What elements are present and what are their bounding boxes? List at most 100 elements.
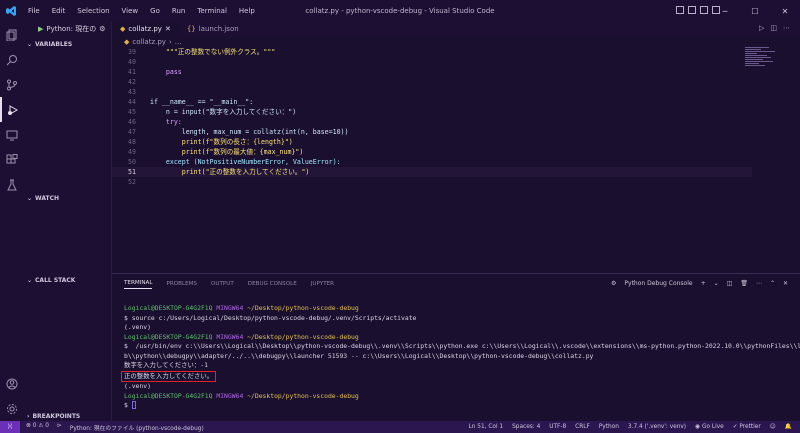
menu-bar: File Edit Selection View Go Run Terminal…	[22, 7, 261, 15]
tab-output[interactable]: OUTPUT	[211, 281, 234, 287]
breadcrumb-file[interactable]: collatz.py	[132, 38, 166, 46]
terminal-cursor	[131, 401, 136, 409]
status-right: Ln 51, Col 1 Spaces: 4 UTF-8 CRLF Python…	[469, 424, 792, 430]
variables-section-header[interactable]: ⌄ VARIABLES	[24, 38, 112, 50]
code-line: 48 print(f"数列の長さ：{length}")	[128, 138, 293, 146]
menu-help[interactable]: Help	[233, 7, 261, 15]
breadcrumb-symbol[interactable]: ...	[175, 38, 182, 46]
start-debugging-icon[interactable]: ▶	[38, 25, 43, 33]
menu-file[interactable]: File	[22, 7, 46, 15]
notifications-bell-icon[interactable]: 🔔	[785, 424, 792, 430]
chevron-right-icon: ›	[27, 412, 30, 420]
tab-terminal[interactable]: TERMINAL	[124, 280, 153, 289]
run-debug-icon[interactable]	[0, 97, 24, 122]
close-panel-icon[interactable]: ✕	[783, 280, 788, 287]
debug-config-bar: ▶ Python: 現在の ⚙	[24, 22, 111, 36]
indentation[interactable]: Spaces: 4	[512, 424, 540, 430]
terminal-line: (.venv)	[124, 382, 151, 390]
remote-explorer-icon[interactable]	[0, 122, 24, 147]
terminal-selector[interactable]: Python Debug Console	[624, 280, 692, 287]
debug-run-config[interactable]: Python: 現在のファイル (python-vscode-debug)	[70, 423, 204, 432]
code-line-current: 51 print("正の整数を入力してください。")	[112, 167, 752, 177]
code-line: 39 """正の整数でない例外クラス。"""	[128, 48, 276, 56]
terminal-line: $ source c:/Users/Logical/Desktop/python…	[124, 313, 417, 322]
split-editor-icon[interactable]: ◫	[770, 24, 777, 32]
breadcrumb: ◆ collatz.py › ...	[112, 36, 800, 47]
chevron-down-icon: ⌄	[27, 194, 33, 202]
cursor-position[interactable]: Ln 51, Col 1	[469, 424, 504, 430]
debug-config-select[interactable]: Python: 現在の	[46, 24, 96, 34]
menu-go[interactable]: Go	[144, 7, 166, 15]
code-line: 45 n = input("数字を入力してください：")	[128, 108, 297, 116]
tab-launch-json[interactable]: {} launch.json	[179, 22, 247, 36]
tab-jupyter[interactable]: JUPYTER	[311, 281, 334, 287]
python-interpreter[interactable]: 3.7.4 ('.venv': venv)	[628, 424, 686, 430]
terminal-prompt: Logical@DESKTOP-G4G2F1Q MINGW64 ~/Deskto…	[124, 332, 359, 341]
go-live-button[interactable]: ◉ Go Live	[695, 424, 724, 430]
terminal-output[interactable]: Logical@DESKTOP-G4G2F1Q MINGW64 ~/Deskto…	[121, 304, 800, 411]
run-python-file-icon[interactable]: ▷	[759, 24, 764, 32]
code-line: 50 except (NotPositiveNumberError, Value…	[128, 158, 341, 166]
problems-indicator[interactable]: ⊗ 0 ⚠ 0	[26, 423, 49, 432]
menu-view[interactable]: View	[116, 7, 145, 15]
terminal-debug-icon: ⚙	[611, 280, 617, 287]
watch-section-header[interactable]: ⌄ WATCH	[24, 192, 112, 204]
activity-bar-bottom	[0, 371, 24, 421]
window-controls: ─ ☐ ✕	[710, 0, 800, 22]
minimize-icon[interactable]: ─	[710, 0, 740, 22]
highlight-box: 正の整数を入力してください。	[121, 370, 217, 382]
terminal-prompt: Logical@DESKTOP-G4G2F1Q MINGW64 ~/Deskto…	[124, 391, 359, 400]
code-line: 52	[128, 178, 136, 186]
terminal-line: b\\python\\debugpy\\adapter/../..\\debug…	[124, 351, 594, 360]
chevron-down-icon[interactable]: ⌄	[714, 280, 719, 287]
python-file-icon: ◆	[120, 25, 126, 33]
search-icon[interactable]	[0, 47, 24, 72]
code-line: 40	[128, 58, 136, 66]
source-control-icon[interactable]	[0, 72, 24, 97]
code-line: 41 pass	[128, 68, 182, 76]
close-tab-icon[interactable]: ✕	[165, 25, 171, 33]
code-line: 47 length, max_num = collatz(int(n, base…	[128, 128, 349, 136]
bottom-panel: TERMINAL PROBLEMS OUTPUT DEBUG CONSOLE J…	[112, 273, 800, 421]
kill-terminal-icon[interactable]: 🗑	[740, 280, 748, 287]
code-line: 42	[128, 78, 136, 86]
menu-terminal[interactable]: Terminal	[191, 7, 233, 15]
debug-status-icon[interactable]: ⊳	[57, 423, 62, 432]
toggle-panel-icon[interactable]	[688, 6, 696, 14]
toggle-sidebar-icon[interactable]	[676, 6, 684, 14]
explorer-icon[interactable]	[0, 22, 24, 47]
feedback-icon[interactable]: ☺	[770, 424, 776, 430]
language-mode[interactable]: Python	[599, 424, 619, 430]
split-terminal-icon[interactable]: ◫	[727, 280, 733, 287]
tab-problems[interactable]: PROBLEMS	[166, 281, 197, 287]
menu-run[interactable]: Run	[166, 7, 191, 15]
menu-edit[interactable]: Edit	[46, 7, 72, 15]
debug-settings-gear-icon[interactable]: ⚙	[99, 25, 105, 33]
code-editor[interactable]: 39 """正の整数でない例外クラス。""" 40 41 pass 42 43 …	[112, 47, 800, 273]
call-stack-section-header[interactable]: ⌄ CALL STACK	[24, 274, 112, 286]
extensions-icon[interactable]	[0, 147, 24, 172]
remote-indicator-icon[interactable]: ⟩⟨	[0, 421, 20, 433]
manage-gear-icon[interactable]	[0, 396, 24, 421]
tab-collatz-py[interactable]: ◆ collatz.py ✕	[112, 22, 179, 36]
more-actions-icon[interactable]: ⋯	[783, 24, 790, 32]
maximize-panel-icon[interactable]: ⌃	[770, 280, 775, 287]
terminal-line: $ /usr/bin/env c:\\Users\\Logical\\Deskt…	[124, 342, 800, 350]
breadcrumb-separator-icon: ›	[168, 37, 172, 46]
line-ending[interactable]: CRLF	[575, 424, 590, 430]
accounts-icon[interactable]	[0, 371, 24, 396]
prettier-button[interactable]: ✓ Prettier	[733, 424, 761, 430]
tab-debug-console[interactable]: DEBUG CONSOLE	[248, 281, 297, 287]
minimap[interactable]	[745, 47, 785, 87]
more-actions-icon[interactable]: ⋯	[756, 280, 762, 287]
encoding[interactable]: UTF-8	[549, 424, 566, 430]
new-terminal-icon[interactable]: +	[701, 280, 706, 287]
code-line: 46 try:	[128, 118, 182, 126]
close-icon[interactable]: ✕	[770, 0, 800, 22]
code-line: 49 print(f"数列の最大値：{max_num}")	[128, 148, 304, 156]
testing-icon[interactable]	[0, 172, 24, 197]
python-file-icon: ◆	[124, 37, 130, 46]
maximize-icon[interactable]: ☐	[740, 0, 770, 22]
menu-selection[interactable]: Selection	[71, 7, 115, 15]
toggle-secondary-sidebar-icon[interactable]	[700, 6, 708, 14]
